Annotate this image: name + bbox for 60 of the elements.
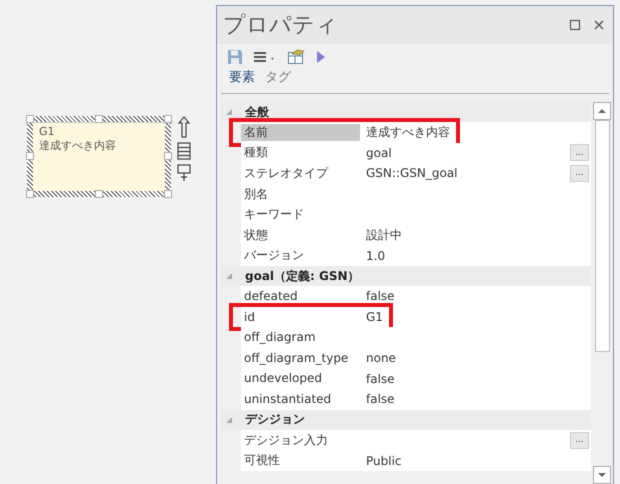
scroll-down-icon[interactable] bbox=[593, 466, 611, 484]
property-label[interactable]: undeveloped bbox=[241, 370, 360, 388]
collapse-icon[interactable] bbox=[225, 272, 233, 280]
ellipsis-button[interactable]: ... bbox=[570, 144, 589, 162]
tab[interactable]: タグ bbox=[261, 67, 295, 87]
property-label[interactable]: uninstantiated bbox=[241, 390, 360, 408]
panel-title: プロパティ bbox=[223, 12, 338, 40]
scroll-thumb[interactable] bbox=[594, 120, 610, 352]
property-value: false bbox=[366, 289, 395, 304]
resize-handle[interactable] bbox=[164, 190, 172, 198]
up-arrow-icon[interactable] bbox=[178, 116, 190, 138]
scrollbar[interactable] bbox=[593, 102, 611, 484]
resize-handle[interactable] bbox=[26, 152, 34, 160]
resize-handle[interactable] bbox=[26, 190, 34, 198]
resize-handle[interactable] bbox=[26, 115, 34, 123]
resize-handle[interactable] bbox=[164, 152, 172, 160]
property-label[interactable]: バージョン bbox=[241, 247, 360, 264]
property-value: Public bbox=[366, 454, 402, 468]
property-label[interactable]: ステレオタイプ bbox=[241, 164, 360, 182]
property-value: goal bbox=[366, 146, 392, 160]
section-title: デシジョン bbox=[245, 411, 305, 428]
collapse-icon[interactable] bbox=[225, 108, 233, 116]
property-label[interactable]: off_diagram_type bbox=[241, 350, 360, 367]
property-label[interactable]: 名前 bbox=[241, 124, 360, 141]
property-value: 1.0 bbox=[366, 248, 386, 263]
section-title: goal（定義: GSN） bbox=[245, 268, 360, 285]
section-title: 全般 bbox=[245, 104, 269, 120]
scroll-up-icon[interactable] bbox=[593, 102, 611, 120]
save-icon[interactable] bbox=[227, 49, 243, 65]
element-code: G1 bbox=[39, 125, 56, 139]
property-value: 設計中 bbox=[366, 228, 402, 242]
property-label[interactable]: 種類 bbox=[241, 144, 360, 162]
element-name: 達成すべき内容 bbox=[39, 139, 117, 153]
property-label[interactable]: デシジョン入力 bbox=[241, 432, 360, 449]
property-label[interactable]: defeated bbox=[241, 288, 360, 305]
ellipsis-button[interactable]: ... bbox=[570, 164, 589, 182]
property-value: false bbox=[366, 392, 395, 406]
property-value: false bbox=[366, 372, 395, 386]
list-icon[interactable] bbox=[177, 142, 191, 160]
menu-icon[interactable] bbox=[253, 49, 277, 65]
property-value: none bbox=[366, 351, 396, 366]
property-value: G1 bbox=[366, 310, 383, 324]
resize-handle[interactable] bbox=[95, 115, 103, 123]
connector-icon[interactable] bbox=[177, 164, 191, 182]
property-label[interactable]: id bbox=[241, 308, 360, 326]
close-icon[interactable] bbox=[593, 19, 605, 31]
ellipsis-button[interactable]: ... bbox=[570, 432, 589, 449]
section-header[interactable]: goal（定義: GSN） bbox=[221, 266, 591, 286]
collapse-icon[interactable] bbox=[225, 416, 233, 424]
section-header[interactable]: デシジョン bbox=[221, 410, 591, 430]
maximize-icon[interactable] bbox=[569, 19, 581, 31]
window-icon[interactable] bbox=[287, 49, 305, 65]
property-value: GSN::GSN_goal bbox=[366, 166, 458, 180]
resize-handle[interactable] bbox=[95, 190, 103, 198]
play-icon[interactable] bbox=[315, 49, 327, 65]
resize-handle[interactable] bbox=[164, 115, 172, 123]
property-label[interactable]: 可視性 bbox=[241, 452, 360, 470]
tab[interactable]: 要素 bbox=[225, 67, 259, 87]
property-value: 達成すべき内容 bbox=[366, 124, 450, 139]
property-label[interactable]: 状態 bbox=[241, 226, 360, 244]
